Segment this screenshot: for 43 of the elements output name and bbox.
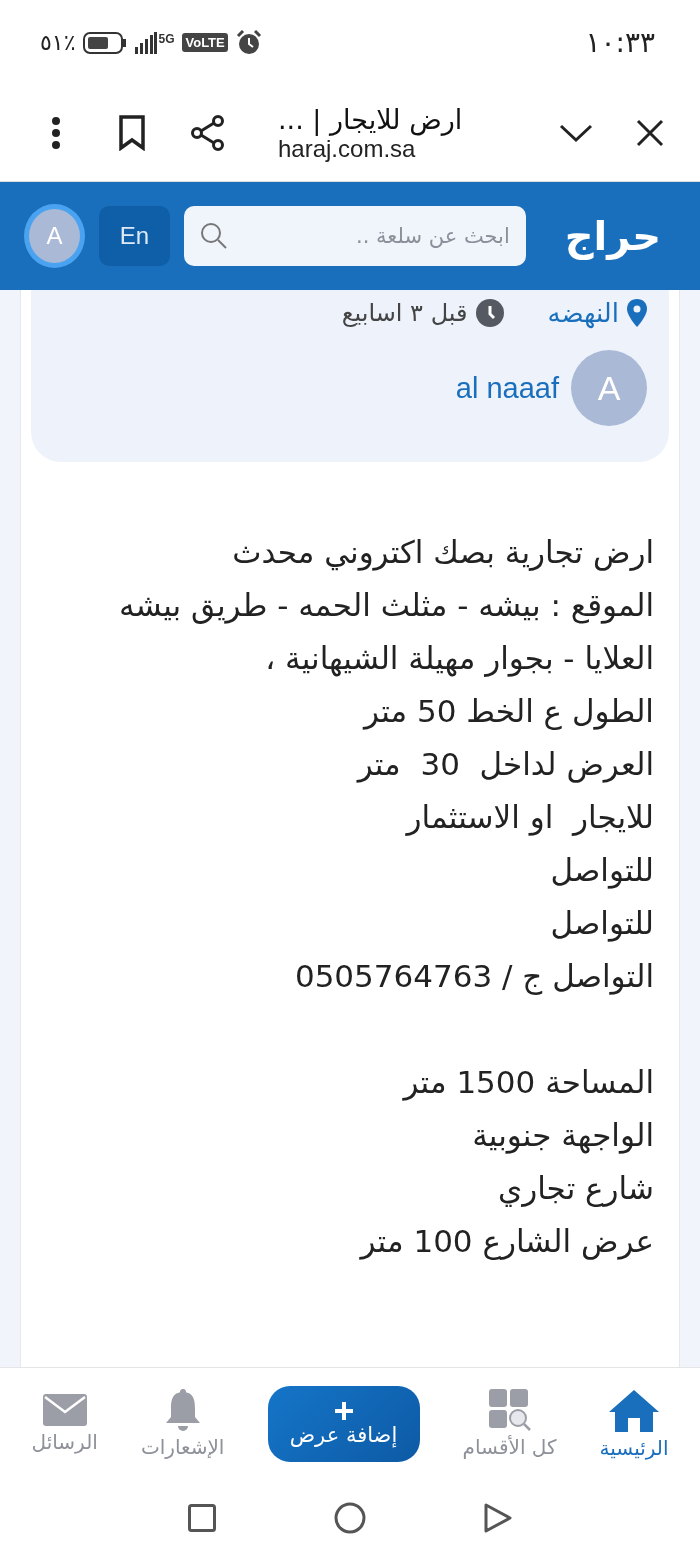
nav-tab[interactable]: كل الأقسام [462,1389,557,1459]
description-line: عرض الشارع 100 متر [360,1222,654,1262]
plus-icon [333,1401,354,1421]
nav-tab[interactable]: الرسائل [31,1394,98,1454]
search-field[interactable]: ابحث عن سلعة .. [183,206,526,266]
clock-time: ١٠:٣٣ [585,26,655,59]
description-line: شارع تجاري [497,1169,654,1209]
description-line: العلايا - بجوار مهيلة الشيهانية ، [265,639,654,679]
battery-icon [83,31,128,54]
description-line: المساحة 1500 متر [403,1063,654,1103]
network-type: 5G [158,31,175,46]
seller-name[interactable]: al naaaf [455,371,559,405]
nav-tab[interactable]: الرئيسية [599,1388,669,1460]
envelope-icon [42,1394,87,1426]
nav-tab[interactable]: الإشعارات [140,1389,225,1459]
site-logo[interactable]: حراج [553,213,672,259]
home-circle-icon[interactable] [334,1502,366,1534]
search-icon [199,222,228,250]
location-pin-icon [627,299,647,327]
recents-icon[interactable] [188,1504,216,1532]
description-line: الواجهة جنوبية [472,1116,654,1156]
battery-percent: ٪٥١ [40,30,76,55]
signal-icon [135,31,158,54]
add-offer-button[interactable]: إضافة عرض [267,1386,420,1462]
bell-icon [163,1389,202,1431]
post-time: قبل ٣ اسابيع [341,299,468,327]
description-line: الموقع : بيشه - مثلث الحمه - طريق بيشه [119,586,654,626]
description-line: العرض لداخل 30 متر [357,745,654,785]
description-line: للايجار او الاستثمار [406,798,654,838]
home-icon [607,1388,661,1432]
back-icon[interactable] [484,1503,512,1533]
description-line: للتواصل [550,904,654,944]
grid-search-icon [488,1389,531,1431]
location-link[interactable]: النهضه [547,298,619,328]
description-line: ارض تجارية بصك اكتروني محدث [232,533,654,573]
volte-badge: VoLTE [182,33,228,52]
description-line: للتواصل [550,851,654,891]
description-line: التواصل ج / 0505764763 [294,957,654,997]
description-line: الطول ع الخط 50 متر [364,692,654,732]
alarm-icon [235,29,262,56]
page-title: ارض للايجار | ... [278,103,463,135]
clock-icon [475,299,504,327]
language-button[interactable]: En [99,206,170,266]
